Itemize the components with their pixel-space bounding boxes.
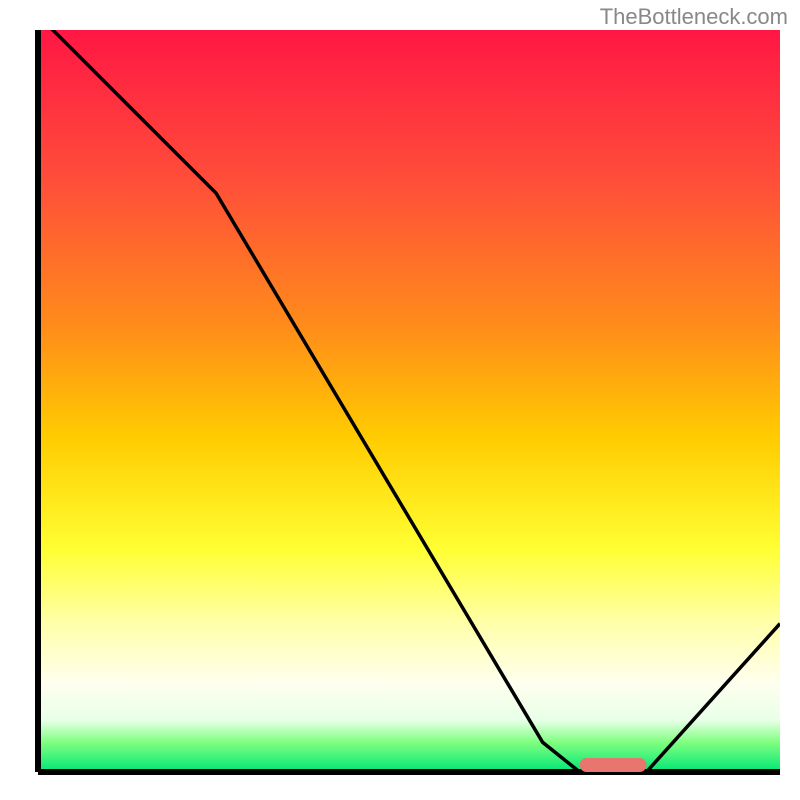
optimal-range-marker	[580, 758, 647, 772]
bottleneck-chart: TheBottleneck.com	[0, 0, 800, 800]
chart-svg	[0, 0, 800, 800]
gradient-background	[38, 30, 780, 772]
watermark-text: TheBottleneck.com	[600, 4, 788, 30]
